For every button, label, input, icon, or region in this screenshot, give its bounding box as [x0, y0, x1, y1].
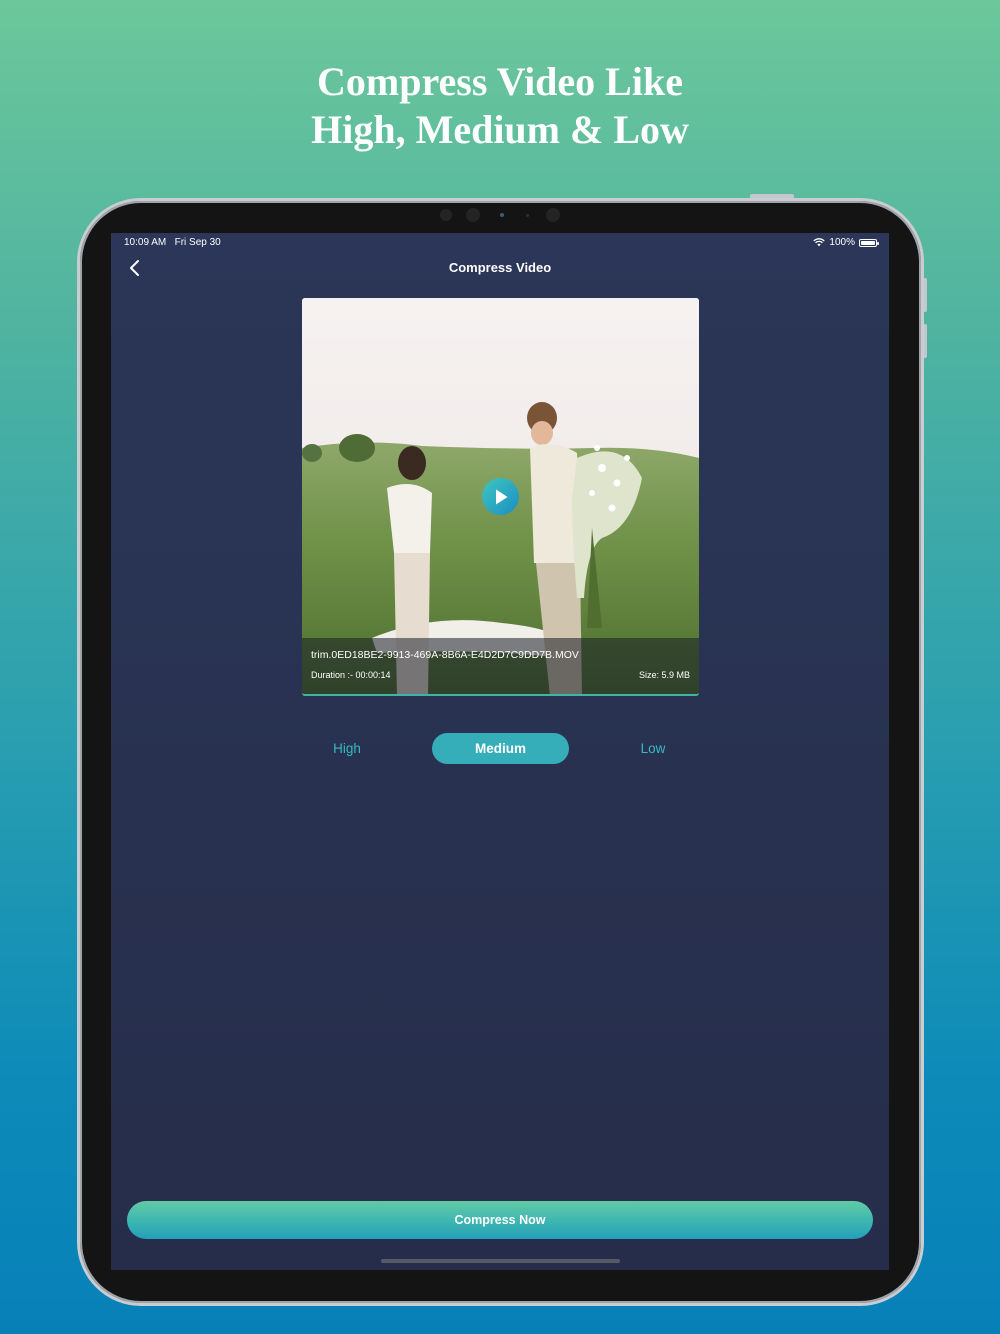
video-preview[interactable]: trim.0ED18BE2-9913-469A-8B6A-E4D2D7C9DD7… [302, 298, 699, 696]
promo-headline: Compress Video Like High, Medium & Low [0, 58, 1000, 154]
page-title: Compress Video [448, 260, 552, 275]
app-screen: 10:09 AM Fri Sep 30 100% Compress Video [111, 233, 889, 1270]
battery-percent: 100% [829, 237, 855, 248]
camera-icon [466, 208, 480, 222]
compress-now-button[interactable]: Compress Now [127, 1201, 873, 1239]
camera-bar [440, 207, 564, 223]
battery-icon [859, 238, 879, 247]
play-icon [495, 489, 507, 504]
status-time-date: 10:09 AM Fri Sep 30 [124, 237, 221, 248]
promo-headline-line1: Compress Video Like [317, 59, 683, 104]
nav-bar: Compress Video [111, 253, 889, 283]
status-right: 100% [813, 237, 879, 248]
promo-headline-line2: High, Medium & Low [311, 107, 689, 152]
quality-low-option[interactable]: Low [623, 733, 683, 764]
status-bar: 10:09 AM Fri Sep 30 100% [111, 237, 889, 251]
video-info-bar: trim.0ED18BE2-9913-469A-8B6A-E4D2D7C9DD7… [302, 638, 699, 694]
sensor-icon [500, 213, 504, 217]
home-indicator[interactable] [381, 1259, 620, 1263]
wifi-icon [813, 238, 826, 247]
sensor-icon [440, 209, 452, 221]
status-time: 10:09 AM [124, 237, 167, 248]
status-date: Fri Sep 30 [174, 237, 221, 248]
sensor-icon [546, 208, 560, 222]
video-filename: trim.0ED18BE2-9913-469A-8B6A-E4D2D7C9DD7… [311, 649, 579, 661]
quality-medium-option[interactable]: Medium [432, 733, 569, 764]
video-size: Size: 5.9 MB [638, 670, 690, 680]
play-button[interactable] [482, 478, 519, 515]
sensor-icon [526, 214, 529, 217]
video-duration: Duration :- 00:00:14 [311, 670, 391, 680]
quality-high-option[interactable]: High [317, 733, 377, 764]
